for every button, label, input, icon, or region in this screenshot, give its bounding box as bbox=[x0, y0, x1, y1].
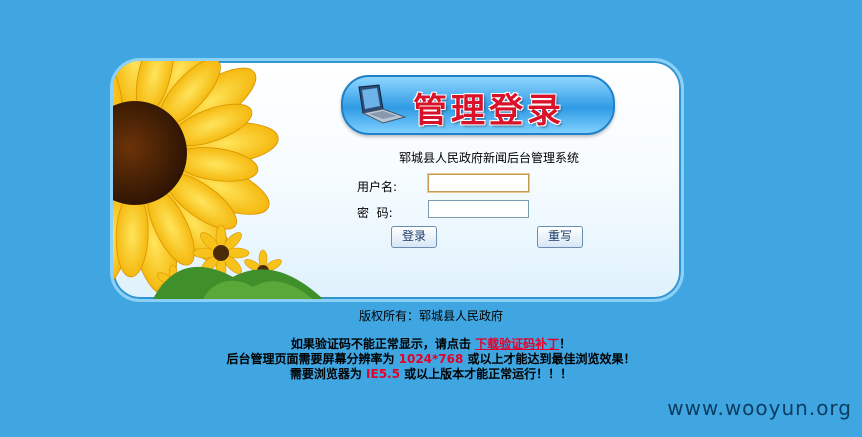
password-label: 密 码: bbox=[357, 206, 393, 220]
notice-text: 或以上版本才能正常运行！！！ bbox=[399, 367, 573, 381]
notice-block: 如果验证码不能正常显示，请点击 下载验证码补丁！ 后台管理页面需要屏幕分辨率为 … bbox=[0, 337, 862, 382]
notice-text: 如果验证码不能正常显示，请点击 bbox=[290, 337, 476, 351]
notice-text: 需要浏览器为 bbox=[289, 367, 367, 381]
username-input[interactable] bbox=[428, 174, 529, 192]
reset-button[interactable]: 重写 bbox=[537, 226, 583, 248]
login-panel: 管理登录 郓城县人民政府新闻后台管理系统 用户名: 密 码: 登录 重写 bbox=[110, 58, 684, 302]
title-banner: 管理登录 bbox=[341, 75, 615, 135]
notice-text: 或以上才能达到最佳浏览效果！ bbox=[463, 352, 636, 366]
resolution-highlight: 1024*768 bbox=[398, 352, 464, 366]
sunflower-image bbox=[113, 61, 323, 299]
system-subtitle: 郓城县人民政府新闻后台管理系统 bbox=[399, 151, 580, 165]
notice-line-resolution: 后台管理页面需要屏幕分辨率为 1024*768 或以上才能达到最佳浏览效果！ bbox=[0, 352, 862, 367]
username-label: 用户名: bbox=[357, 180, 398, 194]
login-button[interactable]: 登录 bbox=[391, 226, 437, 248]
notice-line-captcha: 如果验证码不能正常显示，请点击 下载验证码补丁！ bbox=[0, 337, 862, 352]
browser-version-highlight: IE5.5 bbox=[366, 367, 400, 381]
notice-text: ！ bbox=[559, 337, 572, 351]
page-title: 管理登录 bbox=[413, 91, 565, 131]
notice-line-browser: 需要浏览器为 IE5.5 或以上版本才能正常运行！！！ bbox=[0, 367, 862, 382]
notice-text: 后台管理页面需要屏幕分辨率为 bbox=[226, 352, 399, 366]
download-captcha-patch-link[interactable]: 下载验证码补丁 bbox=[475, 337, 559, 351]
password-input[interactable] bbox=[428, 200, 529, 218]
watermark-text: www.wooyun.org bbox=[667, 396, 852, 420]
laptop-icon bbox=[358, 84, 407, 124]
copyright-text: 版权所有：郓城县人民政府 bbox=[358, 309, 503, 323]
